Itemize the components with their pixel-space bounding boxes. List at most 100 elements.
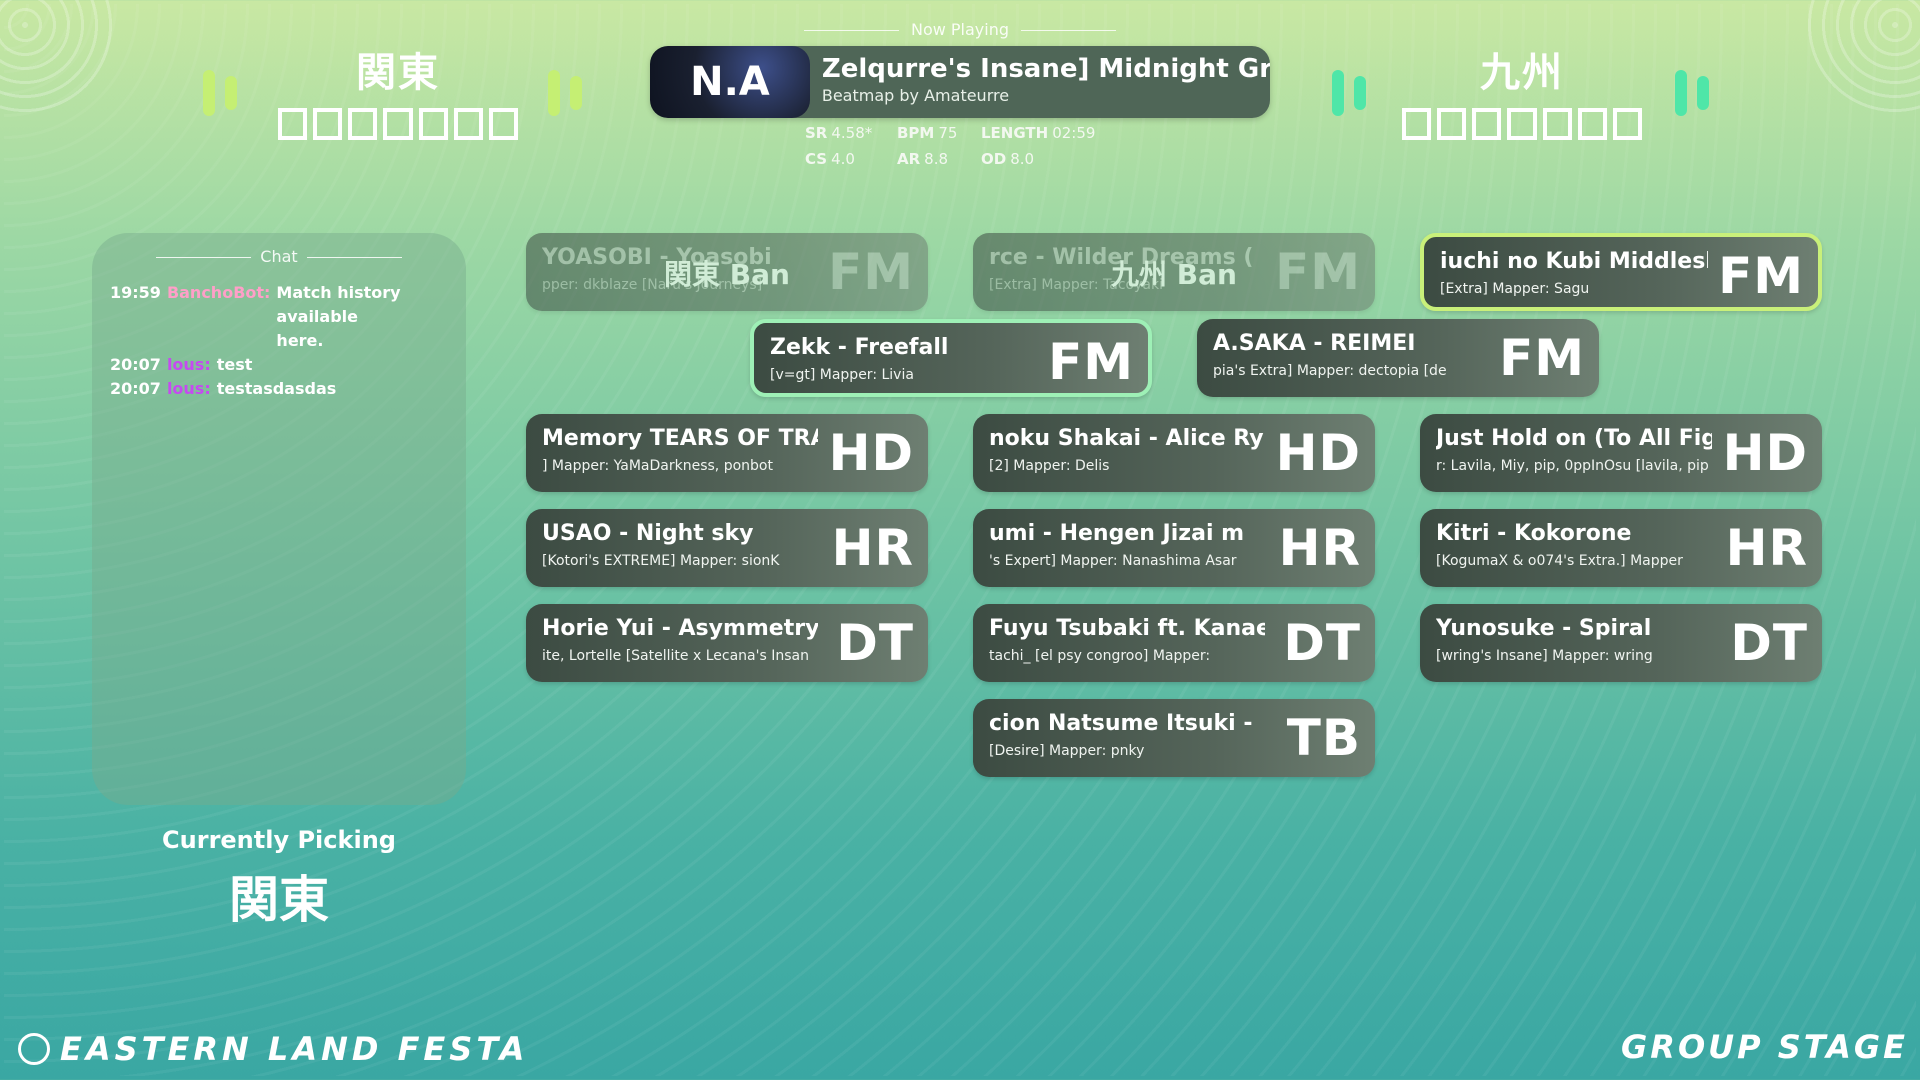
- currently-picking-label: Currently Picking: [162, 826, 396, 854]
- stat-ar: AR 8.8: [897, 150, 981, 168]
- stat-key: BPM: [897, 124, 935, 142]
- map-mod: FM: [1499, 329, 1585, 387]
- star-slot: [1612, 108, 1642, 140]
- map-subtitle: pia's Extra] Mapper: dectopia [de: [1213, 363, 1447, 379]
- team-left-name: 関東: [356, 50, 440, 96]
- now-playing-info: Zelqurre's Insane] Midnight Gr Beatmap b…: [810, 46, 1270, 118]
- bar: [225, 76, 237, 110]
- star-slot: [1472, 108, 1502, 140]
- star-slot: [313, 108, 343, 140]
- bar: [1675, 70, 1687, 116]
- map-title: Just Hold on (To All Fig: [1436, 426, 1712, 451]
- map-mod: HR: [831, 519, 914, 577]
- stat-key: LENGTH: [981, 124, 1049, 142]
- bar: [203, 70, 215, 116]
- chat-user: BanchoBot:: [166, 283, 271, 302]
- corner-ornament-left: [0, 0, 120, 120]
- bar: [1354, 76, 1366, 110]
- map-mod: HD: [1722, 424, 1808, 482]
- map-card[interactable]: Memory TEARS OF TRA ] Mapper: YaMaDarkne…: [526, 414, 928, 492]
- star-slot: [453, 108, 483, 140]
- chat-panel[interactable]: Chat 19:59 BanchoBot: Match history avai…: [92, 233, 466, 805]
- star-slot: [418, 108, 448, 140]
- star-slot: [1507, 108, 1537, 140]
- map-mod: HD: [1275, 424, 1361, 482]
- chat-message: 19:59 BanchoBot: Match history available…: [110, 281, 410, 353]
- now-playing-label: Now Playing: [804, 20, 1116, 39]
- now-playing-title: Zelqurre's Insane] Midnight Gr: [821, 54, 1270, 84]
- map-card[interactable]: cion Natsume Itsuki - [Desire] Mapper: p…: [973, 699, 1375, 777]
- bar: [548, 70, 560, 116]
- map-title: A.SAKA - REIMEI: [1213, 331, 1416, 356]
- stat-value: 4.0: [831, 150, 855, 168]
- team-left: 関東: [278, 40, 518, 140]
- corner-ornament-right: [1800, 0, 1920, 120]
- star-slot: [1402, 108, 1432, 140]
- map-card[interactable]: A.SAKA - REIMEI pia's Extra] Mapper: dec…: [1197, 319, 1599, 397]
- map-card[interactable]: noku Shakai - Alice Ry [2] Mapper: Delis…: [973, 414, 1375, 492]
- map-card[interactable]: Yunosuke - Spiral [wring's Insane] Mappe…: [1420, 604, 1822, 682]
- map-card[interactable]: umi - Hengen Jizai m 's Expert] Mapper: …: [973, 509, 1375, 587]
- chat-text: testasdasdas: [216, 379, 337, 398]
- now-playing-cover: N.A: [650, 46, 810, 118]
- chat-time: 20:07: [110, 355, 161, 374]
- map-card[interactable]: YOASOBI - Yoasobi pper: dkblaze [Naru's …: [526, 233, 928, 311]
- map-mod: DT: [1283, 614, 1361, 672]
- map-title: Fuyu Tsubaki ft. Kanae /: [989, 616, 1265, 641]
- map-ban-label: 九州 Ban: [1111, 258, 1237, 291]
- map-title: Horie Yui - Asymmetry: [542, 616, 818, 641]
- star-slot: [488, 108, 518, 140]
- map-card[interactable]: Zekk - Freefall [v=gt] Mapper: Livia FM: [750, 319, 1152, 397]
- currently-picking-team: 関東: [229, 871, 329, 929]
- bar: [1697, 76, 1709, 110]
- map-card[interactable]: Just Hold on (To All Fig r: Lavila, Miy,…: [1420, 414, 1822, 492]
- chat-time: 20:07: [110, 379, 161, 398]
- chat-user: lous:: [166, 379, 211, 398]
- map-subtitle: [wring's Insane] Mapper: wring: [1436, 648, 1653, 664]
- team-right-stars: [1402, 108, 1642, 140]
- stat-od: OD 8.0: [981, 150, 1121, 168]
- stat-value: 8.0: [1010, 150, 1035, 168]
- map-subtitle: [Extra] Mapper: Sagu: [1440, 281, 1590, 297]
- stat-sr: SR 4.58*: [805, 124, 897, 142]
- map-title: iuchi no Kubi Middlesl: [1440, 249, 1708, 274]
- chat-text: test: [216, 355, 253, 374]
- map-mod: DT: [836, 614, 914, 672]
- stat-value: 02:59: [1052, 124, 1096, 142]
- team-right-bars-b: [1675, 70, 1709, 116]
- map-subtitle: ite, Lortelle [Satellite x Lecana's Insa…: [542, 648, 809, 664]
- map-subtitle: 's Expert] Mapper: Nanashima Asar: [989, 553, 1237, 569]
- map-card[interactable]: iuchi no Kubi Middlesl [Extra] Mapper: S…: [1420, 233, 1822, 311]
- map-card[interactable]: rce - Wilder Dreams ( [Extra] Mapper: Ta…: [973, 233, 1375, 311]
- map-card[interactable]: USAO - Night sky [Kotori's EXTREME] Mapp…: [526, 509, 928, 587]
- map-card[interactable]: Kitri - Kokorone [KogumaX & o074's Extra…: [1420, 509, 1822, 587]
- map-title: umi - Hengen Jizai m: [989, 521, 1245, 546]
- now-playing-card: N.A Zelqurre's Insane] Midnight Gr Beatm…: [650, 46, 1270, 118]
- map-subtitle: ] Mapper: YaMaDarkness, ponbot: [542, 458, 773, 474]
- map-mod: FM: [1718, 247, 1804, 305]
- chat-messages: 19:59 BanchoBot: Match history available…: [110, 281, 410, 401]
- team-right-bars-a: [1332, 70, 1366, 116]
- chat-message: 20:07 lous: test: [110, 353, 410, 377]
- stat-value: 75: [938, 124, 958, 142]
- star-slot: [1542, 108, 1572, 140]
- map-mod: HD: [828, 424, 914, 482]
- chat-time: 19:59: [110, 283, 161, 302]
- map-subtitle: [2] Mapper: Delis: [989, 458, 1110, 474]
- now-playing-stats: SR 4.58* BPM 75 LENGTH 02:59 CS 4.0 AR 8.8 OD…: [805, 124, 1121, 168]
- stat-value: 4.58*: [831, 124, 873, 142]
- stat-key: CS: [805, 150, 828, 168]
- map-title: Zekk - Freefall: [770, 335, 949, 360]
- map-mod: DT: [1730, 614, 1808, 672]
- stat-bpm: BPM 75: [897, 124, 981, 142]
- map-subtitle: r: Lavila, Miy, pip, 0ppInOsu [lavila, p…: [1436, 458, 1709, 474]
- bar: [570, 76, 582, 110]
- map-title: Yunosuke - Spiral: [1436, 616, 1652, 641]
- star-slot: [348, 108, 378, 140]
- map-mod: TB: [1286, 709, 1361, 767]
- map-card[interactable]: Fuyu Tsubaki ft. Kanae / tachi_ [el psy …: [973, 604, 1375, 682]
- map-card[interactable]: Horie Yui - Asymmetry ite, Lortelle [Sat…: [526, 604, 928, 682]
- stat-key: SR: [805, 124, 828, 142]
- stat-key: OD: [981, 150, 1007, 168]
- map-title: Kitri - Kokorone: [1436, 521, 1632, 546]
